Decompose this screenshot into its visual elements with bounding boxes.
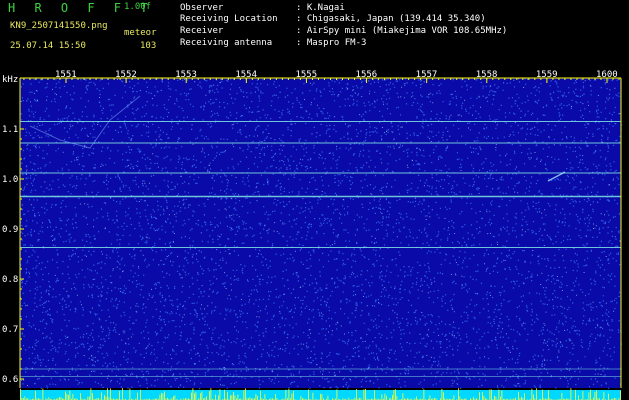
y-axis-unit: kHz bbox=[2, 75, 18, 85]
y-tick-label: 0.7 bbox=[2, 325, 18, 335]
antenna-key: Receiving antenna bbox=[180, 38, 273, 48]
datetime-label: 25.07.14 15:50 bbox=[10, 41, 86, 51]
y-tick-label: 0.8 bbox=[2, 275, 18, 285]
bottom-level-bar bbox=[20, 388, 621, 400]
y-tick-label: 0.6 bbox=[2, 375, 18, 385]
spectrogram: kHz1.11.00.90.80.70.61551 1552 1553 1554 155… bbox=[2, 70, 623, 400]
version-label: 1.00f bbox=[124, 2, 152, 12]
receiver-value: : AirSpy mini (Miakejima VOR 108.65MHz) bbox=[296, 26, 508, 36]
observer-value: : K.Nagai bbox=[296, 3, 345, 13]
observer-key: Observer bbox=[180, 3, 224, 13]
receiver-key: Receiver bbox=[180, 26, 224, 36]
file-name: KN9_2507141550.png bbox=[10, 21, 108, 31]
antenna-value: : Maspro FM-3 bbox=[296, 38, 367, 48]
location-value: : Chigasaki, Japan (139.414 35.340) bbox=[296, 14, 486, 24]
y-tick-label: 0.9 bbox=[2, 225, 18, 235]
count-label: 103 bbox=[140, 41, 157, 51]
spectrogram-background bbox=[20, 78, 621, 388]
mode-label: meteor bbox=[124, 28, 157, 38]
location-key: Receiving Location bbox=[180, 14, 278, 24]
y-tick-label: 1.0 bbox=[2, 175, 18, 185]
y-tick-label: 1.1 bbox=[2, 125, 18, 135]
